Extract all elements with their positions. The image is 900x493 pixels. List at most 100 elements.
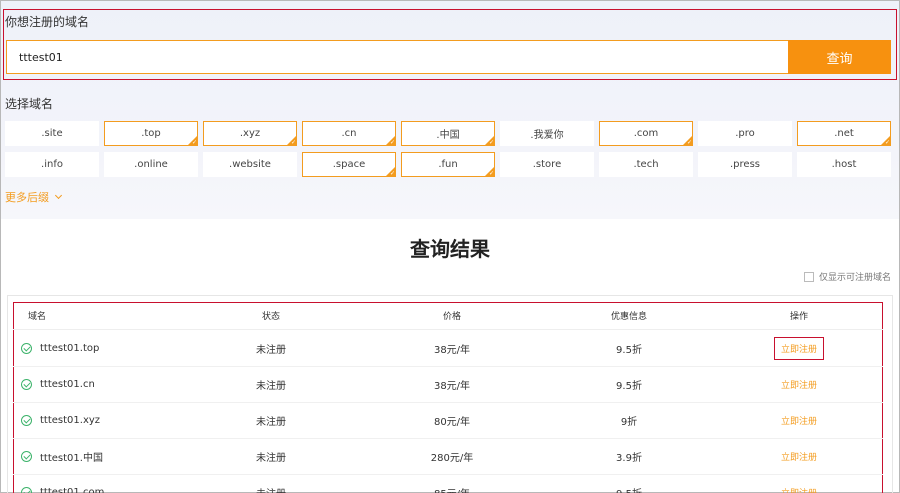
- search-label: 你想注册的域名: [5, 15, 90, 29]
- tld-option-label: .net: [834, 128, 854, 139]
- choose-tld-label: 选择域名: [5, 97, 54, 111]
- more-suffix-label: 更多后缀: [5, 191, 49, 204]
- cell-action: 立即注册: [715, 410, 883, 431]
- selected-check-icon: ✓: [389, 139, 395, 146]
- selected-check-icon: ✓: [884, 139, 890, 146]
- cell-discount: 9折: [620, 417, 638, 428]
- register-now-link[interactable]: 立即注册: [775, 410, 823, 431]
- search-panel: 你想注册的域名 查询 选择域名 .site .top ✓ .xyz ✓ .cn ✓ .中国 ✓.…: [1, 1, 899, 219]
- tld-option-label: .website: [229, 159, 271, 170]
- check-circle-icon: [21, 487, 32, 493]
- register-now-link[interactable]: 立即注册: [775, 374, 823, 395]
- domain-name: tttest01.cn: [40, 379, 95, 390]
- table-row: tttest01.中国 未注册 280元/年 3.9折 立即注册: [13, 439, 883, 475]
- only-available-filter[interactable]: 仅显示可注册域名: [803, 270, 891, 283]
- cell-discount: 9.5折: [616, 381, 642, 392]
- check-circle-icon: [21, 415, 32, 426]
- cell-domain: tttest01.top: [13, 343, 181, 354]
- tld-grid: .site .top ✓ .xyz ✓ .cn ✓ .中国 ✓ .我爱你 .com ✓ .pro .net…: [5, 121, 891, 177]
- table-row: tttest01.top 未注册 38元/年 9.5折 立即注册: [13, 331, 883, 367]
- tld-option[interactable]: .space ✓: [302, 152, 396, 177]
- domain-name: tttest01.com: [40, 487, 105, 493]
- cell-status: 未注册: [256, 381, 286, 392]
- query-button[interactable]: 查询: [788, 40, 891, 74]
- table-row: tttest01.cn 未注册 38元/年 9.5折 立即注册: [13, 367, 883, 403]
- tld-option-label: .pro: [735, 128, 755, 139]
- cell-domain: tttest01.中国: [13, 449, 181, 464]
- header-domain: 域名: [28, 312, 47, 322]
- search-row: 查询: [6, 40, 891, 74]
- cell-status: 未注册: [256, 417, 286, 428]
- tld-option-label: .store: [532, 159, 562, 170]
- results-rows: tttest01.top 未注册 38元/年 9.5折 立即注册 tttest01.cn 未…: [13, 331, 883, 493]
- only-available-label: 仅显示可注册域名: [818, 273, 891, 283]
- tld-option[interactable]: .tech: [599, 152, 693, 177]
- domain-name: tttest01.中国: [40, 453, 103, 464]
- selected-check-icon: ✓: [488, 170, 494, 177]
- tld-option[interactable]: .press: [698, 152, 792, 177]
- tld-option-label: .fun: [438, 159, 458, 170]
- tld-option[interactable]: .info: [5, 152, 99, 177]
- table-row: tttest01.com 未注册85元/年9.5折 立即注册: [13, 475, 883, 493]
- tld-option[interactable]: .top ✓: [104, 121, 198, 146]
- header-price: 价格: [442, 312, 461, 322]
- tld-option[interactable]: .中国 ✓: [401, 121, 495, 146]
- domain-search-input[interactable]: [6, 40, 788, 74]
- cell-action: 立即注册: [715, 337, 883, 360]
- cell-domain: tttest01.com: [13, 487, 181, 493]
- register-now-link[interactable]: 立即注册: [775, 446, 823, 467]
- domain-name: tttest01.top: [40, 343, 100, 354]
- tld-option-label: .com: [633, 128, 659, 139]
- tld-option[interactable]: .website: [203, 152, 297, 177]
- selected-check-icon: ✓: [488, 139, 494, 146]
- cell-domain: tttest01.cn: [13, 379, 181, 390]
- domain-name: tttest01.xyz: [40, 415, 101, 426]
- register-now-link[interactable]: 立即注册: [773, 337, 824, 360]
- cell-action: 立即注册: [715, 446, 883, 467]
- tld-option[interactable]: .fun ✓: [401, 152, 495, 177]
- cell-action: 立即注册: [715, 482, 883, 493]
- chevron-down-icon: [54, 191, 63, 200]
- selected-check-icon: ✓: [191, 139, 197, 146]
- tld-option-label: .press: [730, 159, 760, 170]
- tld-option-label: .online: [134, 159, 168, 170]
- tld-option-label: .info: [41, 159, 63, 170]
- register-now-link[interactable]: 立即注册: [775, 482, 823, 493]
- header-status: 状态: [261, 312, 280, 322]
- header-discount: 优惠信息: [610, 312, 647, 322]
- tld-option[interactable]: .pro: [698, 121, 792, 146]
- cell-status: 未注册: [256, 345, 286, 356]
- cell-price: 280元/年: [430, 453, 474, 464]
- tld-option[interactable]: .site: [5, 121, 99, 146]
- tld-option-label: .site: [41, 128, 63, 139]
- tld-option-label: .top: [141, 128, 161, 139]
- cell-price: 38元/年: [433, 345, 471, 356]
- tld-option-label: .host: [831, 159, 857, 170]
- selected-check-icon: ✓: [686, 139, 692, 146]
- tld-option[interactable]: .xyz ✓: [203, 121, 297, 146]
- tld-option-label: .我爱你: [530, 130, 564, 141]
- tld-option[interactable]: .host: [797, 152, 891, 177]
- only-available-checkbox[interactable]: [803, 271, 814, 282]
- tld-option[interactable]: .store: [500, 152, 594, 177]
- cell-price: 80元/年: [433, 417, 471, 428]
- cell-price: 85元/年: [361, 485, 543, 493]
- more-suffix-toggle[interactable]: 更多后缀: [5, 189, 63, 205]
- results-title: 查询结果: [410, 237, 490, 261]
- tld-option[interactable]: .net ✓: [797, 121, 891, 146]
- cell-discount: 3.9折: [616, 453, 642, 464]
- tld-option-label: .tech: [633, 159, 659, 170]
- tld-option[interactable]: .com ✓: [599, 121, 693, 146]
- tld-option[interactable]: .online: [104, 152, 198, 177]
- selected-check-icon: ✓: [389, 170, 395, 177]
- table-row: tttest01.xyz 未注册 80元/年 9折 立即注册: [13, 403, 883, 439]
- tld-option[interactable]: .我爱你: [500, 121, 594, 146]
- cell-discount: 9.5折: [543, 485, 715, 493]
- tld-option-label: .中国: [436, 130, 460, 141]
- tld-option-label: .space: [332, 159, 366, 170]
- cell-discount: 9.5折: [616, 345, 642, 356]
- results-table-header: 域名 状态 价格 优惠信息 操作: [13, 302, 883, 330]
- tld-option[interactable]: .cn ✓: [302, 121, 396, 146]
- tld-option-label: .xyz: [239, 128, 261, 139]
- selected-check-icon: ✓: [290, 139, 296, 146]
